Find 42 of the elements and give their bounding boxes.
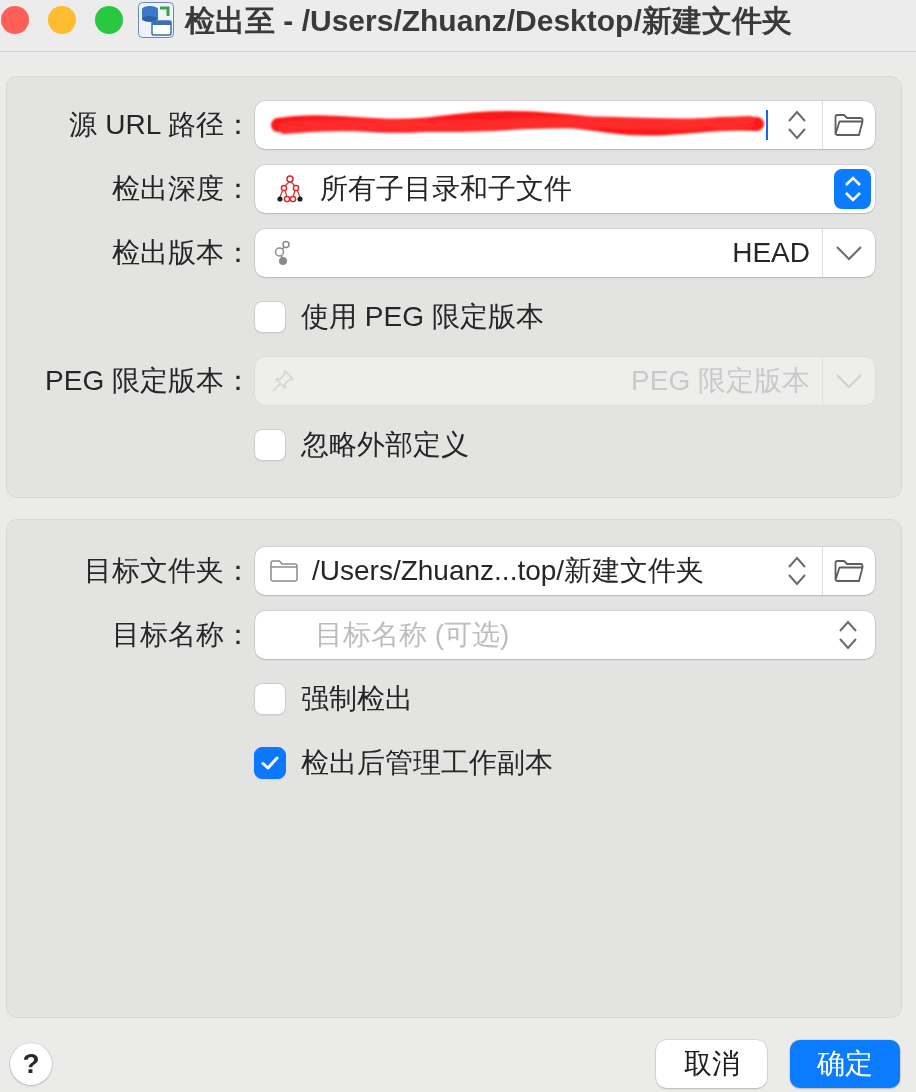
- checkmark-icon: [261, 756, 279, 770]
- revision-field[interactable]: HEAD: [255, 229, 875, 277]
- checkbox[interactable]: [254, 747, 286, 779]
- depth-popup[interactable]: 所有子目录和子文件: [255, 165, 875, 213]
- folder-path-value: /Users/Zhuanz...top/新建文件夹: [312, 554, 705, 588]
- folder-icon: [270, 560, 298, 582]
- chevron-up-down-icon: [787, 555, 807, 587]
- checkbox[interactable]: [254, 301, 286, 333]
- field-label: 检出版本：: [111, 236, 252, 270]
- chevron-down-icon: [835, 245, 863, 261]
- checkbox-label: 强制检出: [301, 682, 413, 716]
- window-title: 检出至 - /Users/Zhuanz/Desktop/新建文件夹: [185, 4, 792, 38]
- checkbox[interactable]: [254, 429, 286, 461]
- help-button[interactable]: ?: [10, 1043, 52, 1085]
- revision-value: HEAD: [732, 236, 810, 270]
- confirm-button[interactable]: 确定: [790, 1040, 900, 1088]
- chevron-up-down-icon: [843, 175, 862, 203]
- close-button[interactable]: [1, 6, 29, 34]
- field-label: 目标名称：: [111, 618, 252, 652]
- field-label: 检出深度：: [111, 172, 252, 206]
- database-window-icon: [138, 2, 174, 38]
- folder-icon: [834, 559, 864, 583]
- cancel-button[interactable]: 取消: [656, 1040, 767, 1088]
- folder-icon: [834, 113, 864, 137]
- checkbox-label: 忽略外部定义: [301, 428, 469, 462]
- tree-icon: [276, 175, 304, 203]
- field-placeholder: 目标名称 (可选): [315, 618, 510, 652]
- chevron-up-down-icon: [787, 109, 807, 141]
- branch-icon: [272, 240, 292, 266]
- checkbox-label: 使用 PEG 限定版本: [301, 300, 544, 334]
- checkbox-label: 检出后管理工作副本: [301, 746, 553, 780]
- source-url-field[interactable]: [255, 101, 875, 149]
- field-label: 源 URL 路径：: [68, 108, 252, 142]
- chevron-up-down-icon[interactable]: [838, 619, 858, 651]
- field-label: 目标文件夹：: [83, 554, 252, 588]
- depth-value: 所有子目录和子文件: [320, 172, 572, 206]
- target-folder-field[interactable]: /Users/Zhuanz...top/新建文件夹: [255, 547, 875, 595]
- chevron-down-icon: [835, 373, 863, 389]
- field-label: PEG 限定版本：: [44, 364, 252, 398]
- checkbox[interactable]: [254, 683, 286, 715]
- pushpin-icon: [271, 369, 295, 393]
- depth-stepper-button[interactable]: [834, 169, 871, 209]
